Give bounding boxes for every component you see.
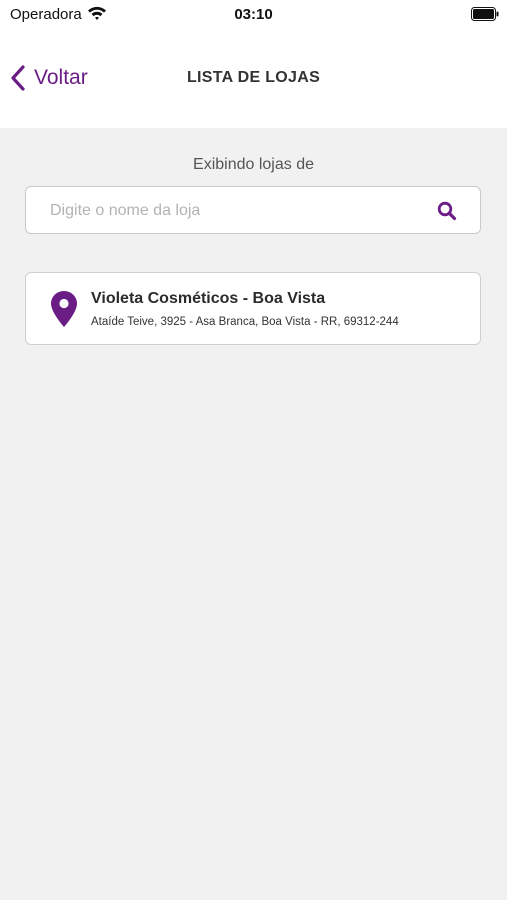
search-icon[interactable] (437, 201, 457, 221)
search-input[interactable] (48, 187, 432, 235)
store-list-item[interactable]: Violeta Cosméticos - Boa Vista Ataíde Te… (25, 272, 481, 345)
navigation-bar: Voltar LISTA DE LOJAS (0, 30, 507, 128)
results-subtitle: Exibindo lojas de (193, 156, 314, 173)
status-time: 03:10 (234, 6, 273, 23)
page-title: LISTA DE LOJAS (186, 69, 321, 86)
map-pin-icon (51, 291, 77, 327)
store-name: Violeta Cosméticos - Boa Vista (91, 290, 326, 307)
status-bar: Operadora 03:10 (0, 0, 507, 30)
search-box (25, 186, 481, 235)
store-address: Ataíde Teive, 3925 - Asa Branca, Boa Vis… (91, 316, 399, 328)
battery-icon (471, 7, 499, 21)
